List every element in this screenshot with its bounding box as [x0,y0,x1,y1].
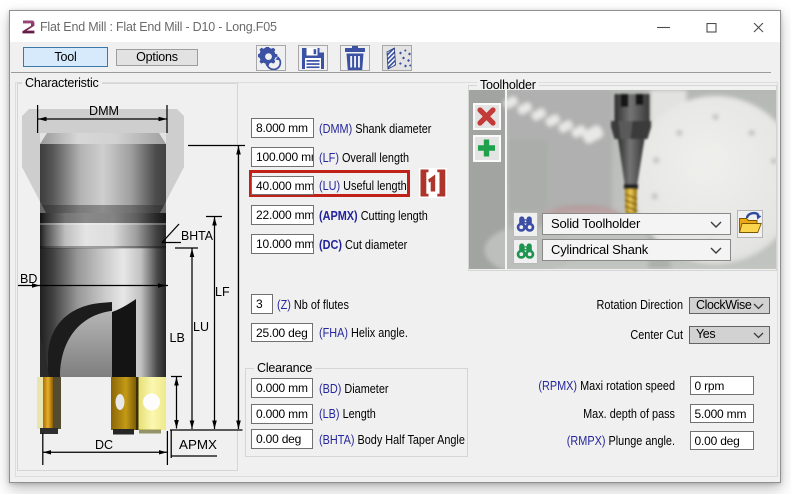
svg-text:LF: LF [215,285,230,299]
svg-text:DC: DC [95,438,113,452]
svg-text:BHTA: BHTA [181,229,214,243]
svg-text:BD: BD [20,272,37,286]
svg-text:LB: LB [170,331,185,345]
svg-text:APMX: APMX [179,438,218,452]
svg-text:DMM: DMM [89,104,119,118]
svg-text:LU: LU [193,320,209,334]
